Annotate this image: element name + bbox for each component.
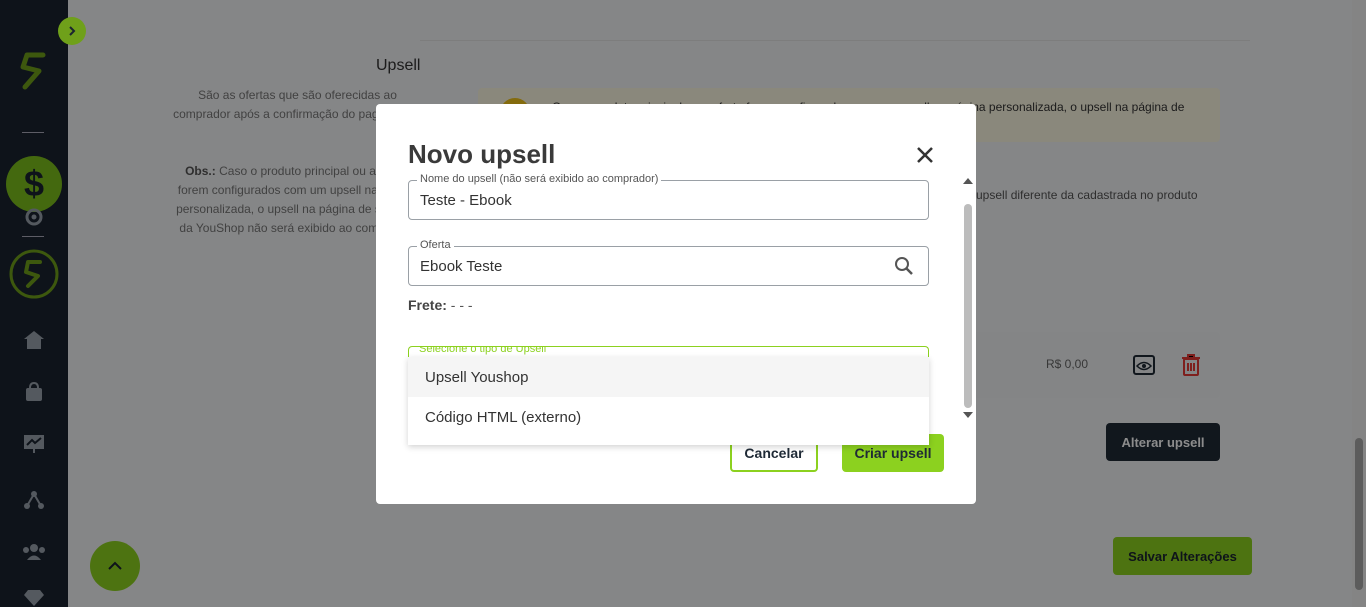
offer-label: Oferta	[417, 239, 454, 251]
scroll-down-arrow-icon[interactable]	[963, 412, 973, 418]
upsell-type-dropdown: Upsell Youshop Código HTML (externo)	[408, 357, 929, 445]
upsell-type-label: Selecione o tipo de Upsell	[419, 346, 547, 355]
offer-value[interactable]: Ebook Teste	[420, 258, 502, 275]
new-upsell-modal: Novo upsell Nome do upsell (não será exi…	[376, 104, 976, 504]
chevron-right-icon	[69, 26, 76, 36]
scroll-up-arrow-icon[interactable]	[963, 178, 973, 184]
sidebar-toggle-button[interactable]	[58, 17, 86, 45]
upsell-name-value[interactable]: Teste - Ebook	[420, 192, 512, 209]
close-button[interactable]	[914, 144, 936, 166]
search-icon[interactable]	[894, 256, 914, 281]
offer-field[interactable]: Oferta Ebook Teste	[408, 239, 929, 286]
modal-title: Novo upsell	[408, 139, 556, 169]
option-upsell-youshop[interactable]: Upsell Youshop	[408, 357, 929, 397]
option-html-externo[interactable]: Código HTML (externo)	[408, 397, 929, 437]
frete-info: Frete: - - -	[408, 297, 473, 313]
modal-scrollbar[interactable]	[962, 176, 974, 422]
upsell-name-label: Nome do upsell (não será exibido ao comp…	[417, 173, 662, 185]
frete-value: - - -	[450, 297, 473, 313]
upsell-name-field[interactable]: Nome do upsell (não será exibido ao comp…	[408, 173, 929, 220]
frete-label: Frete:	[408, 297, 447, 313]
modal-scrollbar-thumb[interactable]	[964, 204, 972, 408]
close-icon	[917, 147, 933, 163]
